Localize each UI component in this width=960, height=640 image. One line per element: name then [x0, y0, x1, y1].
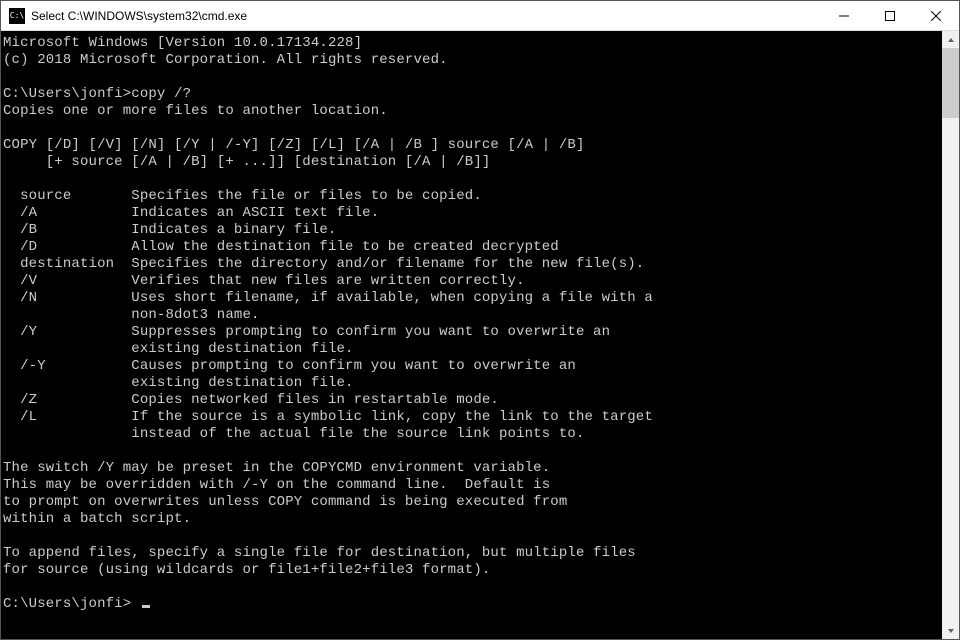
line: /-Y Causes prompting to confirm you want… [3, 358, 576, 374]
line: non-8dot3 name. [3, 307, 260, 323]
line: [+ source [/A | /B] [+ ...]] [destinatio… [3, 154, 490, 170]
line: within a batch script. [3, 511, 191, 527]
line: existing destination file. [3, 341, 354, 357]
line: existing destination file. [3, 375, 354, 391]
line: instead of the actual file the source li… [3, 426, 585, 442]
line: Microsoft Windows [Version 10.0.17134.22… [3, 35, 362, 51]
line: to prompt on overwrites unless COPY comm… [3, 494, 567, 510]
cmd-icon [9, 8, 25, 24]
line: This may be overridden with /-Y on the c… [3, 477, 550, 493]
prompt-line: C:\Users\jonfi> [3, 596, 140, 612]
cmd-window: Select C:\WINDOWS\system32\cmd.exe Micro… [0, 0, 960, 640]
line: /L If the source is a symbolic link, cop… [3, 409, 653, 425]
window-title: Select C:\WINDOWS\system32\cmd.exe [31, 9, 247, 23]
line: /A Indicates an ASCII text file. [3, 205, 379, 221]
line: for source (using wildcards or file1+fil… [3, 562, 490, 578]
scroll-down-button[interactable] [942, 622, 959, 639]
titlebar[interactable]: Select C:\WINDOWS\system32\cmd.exe [1, 1, 959, 31]
line: /Z Copies networked files in restartable… [3, 392, 499, 408]
cursor [142, 605, 150, 608]
line: /D Allow the destination file to be crea… [3, 239, 559, 255]
line: C:\Users\jonfi>copy /? [3, 86, 191, 102]
scrollbar-thumb[interactable] [942, 48, 959, 118]
scrollbar-track[interactable] [942, 48, 959, 622]
line: Copies one or more files to another loca… [3, 103, 388, 119]
line: source Specifies the file or files to be… [3, 188, 482, 204]
line: /B Indicates a binary file. [3, 222, 337, 238]
line: (c) 2018 Microsoft Corporation. All righ… [3, 52, 448, 68]
minimize-button[interactable] [821, 1, 867, 31]
terminal-output[interactable]: Microsoft Windows [Version 10.0.17134.22… [1, 31, 942, 639]
maximize-button[interactable] [867, 1, 913, 31]
line: COPY [/D] [/V] [/N] [/Y | /-Y] [/Z] [/L]… [3, 137, 585, 153]
line: /Y Suppresses prompting to confirm you w… [3, 324, 610, 340]
vertical-scrollbar[interactable] [942, 31, 959, 639]
client-area: Microsoft Windows [Version 10.0.17134.22… [1, 31, 959, 639]
line: /V Verifies that new files are written c… [3, 273, 525, 289]
line: destination Specifies the directory and/… [3, 256, 644, 272]
scroll-up-button[interactable] [942, 31, 959, 48]
close-button[interactable] [913, 1, 959, 31]
line: /N Uses short filename, if available, wh… [3, 290, 653, 306]
line: The switch /Y may be preset in the COPYC… [3, 460, 550, 476]
line: To append files, specify a single file f… [3, 545, 636, 561]
